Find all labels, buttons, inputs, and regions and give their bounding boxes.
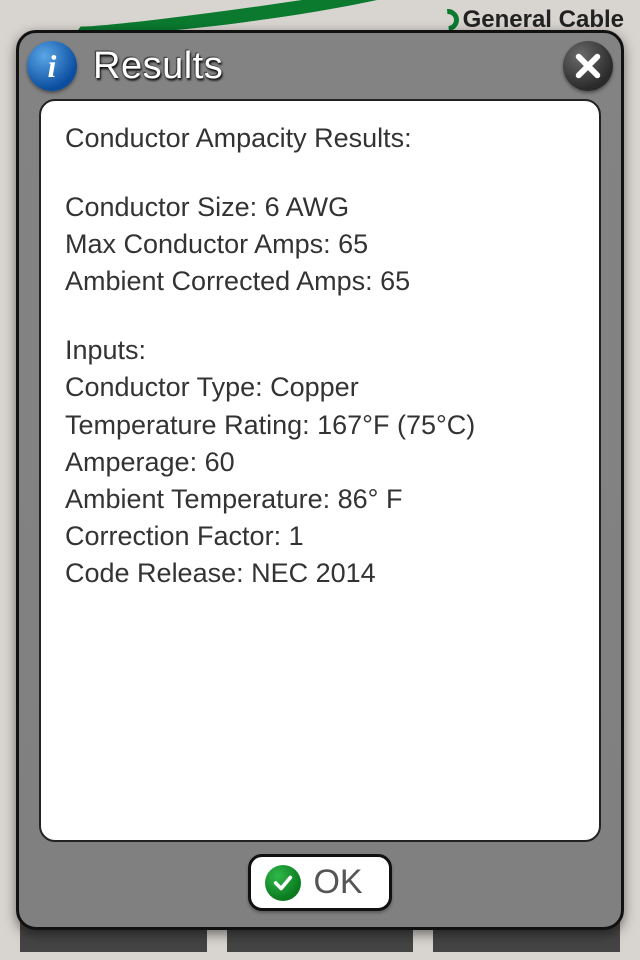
dialog-content: Conductor Ampacity Results: Conductor Si… <box>39 99 601 842</box>
max-amps-value: 65 <box>338 229 368 259</box>
check-icon <box>265 865 301 901</box>
temp-rating-row: Temperature Rating: 167°F (75°C) <box>65 408 575 443</box>
dialog-footer: OK <box>19 854 621 927</box>
temp-rating-label: Temperature Rating: <box>65 410 317 440</box>
ambient-corrected-value: 65 <box>380 266 410 296</box>
temp-rating-value: 167°F (75°C) <box>317 410 475 440</box>
amperage-row: Amperage: 60 <box>65 445 575 480</box>
ambient-temp-label: Ambient Temperature: <box>65 484 338 514</box>
conductor-size-label: Conductor Size: <box>65 192 265 222</box>
ok-button-label: OK <box>313 863 362 902</box>
results-heading: Conductor Ampacity Results: <box>65 121 575 156</box>
ambient-corrected-row: Ambient Corrected Amps: 65 <box>65 264 575 299</box>
dialog-title: Results <box>93 45 223 88</box>
ambient-corrected-label: Ambient Corrected Amps: <box>65 266 380 296</box>
code-release-row: Code Release: NEC 2014 <box>65 556 575 591</box>
close-icon <box>574 52 602 80</box>
correction-factor-label: Correction Factor: <box>65 521 289 551</box>
dialog-header: i Results <box>19 33 621 99</box>
max-amps-label: Max Conductor Amps: <box>65 229 338 259</box>
correction-factor-value: 1 <box>289 521 304 551</box>
conductor-type-value: Copper <box>270 372 359 402</box>
amperage-value: 60 <box>205 447 235 477</box>
conductor-type-label: Conductor Type: <box>65 372 270 402</box>
conductor-size-row: Conductor Size: 6 AWG <box>65 190 575 225</box>
code-release-value: NEC 2014 <box>251 558 376 588</box>
correction-factor-row: Correction Factor: 1 <box>65 519 575 554</box>
results-dialog: i Results Conductor Ampacity Results: Co… <box>16 30 624 930</box>
conductor-type-row: Conductor Type: Copper <box>65 370 575 405</box>
ambient-temp-value: 86° F <box>338 484 403 514</box>
info-icon: i <box>27 41 77 91</box>
close-button[interactable] <box>563 41 613 91</box>
amperage-label: Amperage: <box>65 447 205 477</box>
max-amps-row: Max Conductor Amps: 65 <box>65 227 575 262</box>
conductor-size-value: 6 AWG <box>265 192 350 222</box>
code-release-label: Code Release: <box>65 558 251 588</box>
ambient-temp-row: Ambient Temperature: 86° F <box>65 482 575 517</box>
inputs-heading: Inputs: <box>65 333 575 368</box>
ok-button[interactable]: OK <box>248 854 391 911</box>
